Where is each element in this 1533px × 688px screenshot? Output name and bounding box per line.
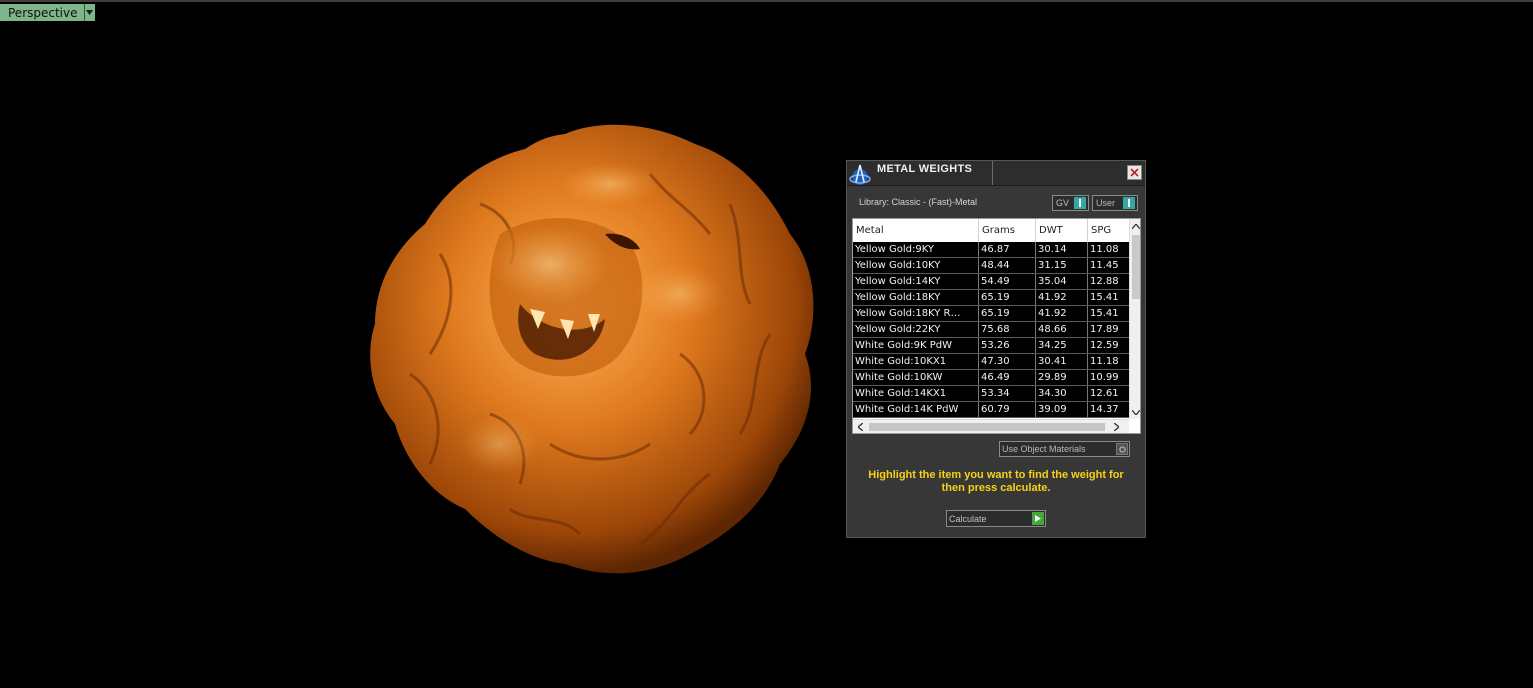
cell-spg: 14.37 <box>1090 404 1119 415</box>
library-label: Library: Classic - (Fast)-Metal <box>859 197 978 207</box>
calculate-button[interactable]: Calculate <box>946 510 1046 527</box>
materials-dropdown[interactable]: Use Object Materials <box>999 441 1130 457</box>
cell-grams: 48.44 <box>979 258 1036 273</box>
table-row[interactable]: White Gold:10KW 46.49 29.89 10.99 <box>853 370 1129 386</box>
cell-spg: 12.59 <box>1090 340 1119 351</box>
cell-metal: Yellow Gold:10KY <box>853 258 979 273</box>
view-label[interactable]: Perspective <box>0 4 84 21</box>
vertical-scrollbar[interactable] <box>1129 219 1140 419</box>
column-header-grams[interactable]: Grams <box>979 219 1036 242</box>
cell-spg: 11.45 <box>1090 260 1119 271</box>
cell-metal: Yellow Gold:18KY <box>853 290 979 305</box>
cell-grams: 54.49 <box>979 274 1036 289</box>
cell-metal: White Gold:14K PdW <box>853 402 979 417</box>
table-row[interactable]: White Gold:9K PdW 53.26 34.25 12.59 <box>853 338 1129 354</box>
table-row[interactable]: White Gold:14KX1 53.34 34.30 12.61 <box>853 386 1129 402</box>
cell-grams: 46.49 <box>979 370 1036 385</box>
panel-header: METAL WEIGHTS <box>847 161 1145 186</box>
toggle-indicator-icon[interactable] <box>1123 197 1135 209</box>
cell-spg: 15.41 <box>1090 308 1119 319</box>
app-logo-icon <box>849 164 871 185</box>
cell-metal: White Gold:10KX1 <box>853 354 979 369</box>
table-row[interactable]: Yellow Gold:10KY 48.44 31.15 11.45 <box>853 258 1129 274</box>
cell-metal: White Gold:9K PdW <box>853 338 979 353</box>
chevron-down-icon[interactable] <box>83 4 95 21</box>
cell-grams: 53.26 <box>979 338 1036 353</box>
toggle-indicator-icon[interactable] <box>1074 197 1086 209</box>
materials-dropdown-label: Use Object Materials <box>1002 444 1086 454</box>
cell-metal: Yellow Gold:22KY <box>853 322 979 337</box>
table-row[interactable]: White Gold:14K PdW 60.79 39.09 14.37 <box>853 402 1129 418</box>
calculate-label: Calculate <box>949 513 987 524</box>
table-row[interactable]: Yellow Gold:18KY 65.19 41.92 15.41 <box>853 290 1129 306</box>
cell-grams: 53.34 <box>979 386 1036 401</box>
cell-dwt: 30.14 <box>1036 242 1088 257</box>
cell-grams: 65.19 <box>979 290 1036 305</box>
cell-grams: 60.79 <box>979 402 1036 417</box>
gv-toggle-label: GV <box>1056 198 1070 208</box>
cell-grams: 47.30 <box>979 354 1036 369</box>
table-body: Yellow Gold:9KY 46.87 30.14 11.08 Yellow… <box>853 242 1129 418</box>
close-button[interactable] <box>1127 165 1142 180</box>
metal-table: Metal Grams DWT SPG Yellow Gold:9KY 46.8… <box>852 218 1141 434</box>
cell-grams: 75.68 <box>979 322 1036 337</box>
cell-dwt: 41.92 <box>1036 306 1088 321</box>
lion-head-model[interactable] <box>350 114 830 584</box>
cell-dwt: 34.25 <box>1036 338 1088 353</box>
cell-spg: 11.18 <box>1090 356 1119 367</box>
table-row[interactable]: Yellow Gold:22KY 75.68 48.66 17.89 <box>853 322 1129 338</box>
cell-dwt: 31.15 <box>1036 258 1088 273</box>
column-header-dwt[interactable]: DWT <box>1036 219 1088 242</box>
cell-metal: Yellow Gold:9KY <box>853 242 979 257</box>
chevron-right-icon[interactable] <box>1109 420 1123 433</box>
chevron-up-icon[interactable] <box>1130 219 1140 233</box>
cell-dwt: 41.92 <box>1036 290 1088 305</box>
cell-grams: 65.19 <box>979 306 1036 321</box>
column-header-spg[interactable]: SPG <box>1088 219 1129 242</box>
chevron-down-icon[interactable] <box>1130 405 1140 419</box>
view-selector[interactable]: Perspective <box>0 4 95 21</box>
horizontal-scrollbar[interactable] <box>853 419 1129 433</box>
cell-dwt: 29.89 <box>1036 370 1088 385</box>
cell-spg: 12.61 <box>1090 388 1119 399</box>
cell-dwt: 34.30 <box>1036 386 1088 401</box>
table-row[interactable]: Yellow Gold:18KY R… 65.19 41.92 15.41 <box>853 306 1129 322</box>
close-icon <box>1130 168 1139 177</box>
scroll-thumb[interactable] <box>1132 235 1140 299</box>
panel-title: METAL WEIGHTS <box>877 163 973 175</box>
cell-spg: 10.99 <box>1090 372 1119 383</box>
cell-dwt: 35.04 <box>1036 274 1088 289</box>
table-row[interactable]: White Gold:10KX1 47.30 30.41 11.18 <box>853 354 1129 370</box>
gv-toggle[interactable]: GV <box>1052 195 1089 211</box>
scroll-thumb[interactable] <box>869 423 1105 431</box>
table-row[interactable]: Yellow Gold:9KY 46.87 30.14 11.08 <box>853 242 1129 258</box>
column-header-metal[interactable]: Metal <box>853 219 979 242</box>
table-row[interactable]: Yellow Gold:14KY 54.49 35.04 12.88 <box>853 274 1129 290</box>
cell-metal: White Gold:14KX1 <box>853 386 979 401</box>
cell-spg: 12.88 <box>1090 276 1119 287</box>
cell-metal: White Gold:10KW <box>853 370 979 385</box>
dropdown-circle-icon[interactable] <box>1116 443 1128 455</box>
3d-viewport[interactable]: Perspective <box>0 0 1533 688</box>
user-toggle[interactable]: User <box>1092 195 1138 211</box>
cell-spg: 17.89 <box>1090 324 1119 335</box>
title-separator <box>992 161 993 185</box>
cell-spg: 15.41 <box>1090 292 1119 303</box>
chevron-left-icon[interactable] <box>853 420 867 433</box>
play-icon[interactable] <box>1032 512 1044 525</box>
cell-spg: 11.08 <box>1090 244 1119 255</box>
cell-metal: Yellow Gold:14KY <box>853 274 979 289</box>
cell-dwt: 39.09 <box>1036 402 1088 417</box>
user-toggle-label: User <box>1096 198 1116 208</box>
metal-weights-panel: METAL WEIGHTS Library: Classic - (Fast)-… <box>846 160 1146 538</box>
table-header: Metal Grams DWT SPG <box>853 219 1129 242</box>
cell-metal: Yellow Gold:18KY R… <box>853 306 979 321</box>
instruction-text: Highlight the item you want to find the … <box>868 469 1124 494</box>
cell-dwt: 48.66 <box>1036 322 1088 337</box>
cell-grams: 46.87 <box>979 242 1036 257</box>
cell-dwt: 30.41 <box>1036 354 1088 369</box>
